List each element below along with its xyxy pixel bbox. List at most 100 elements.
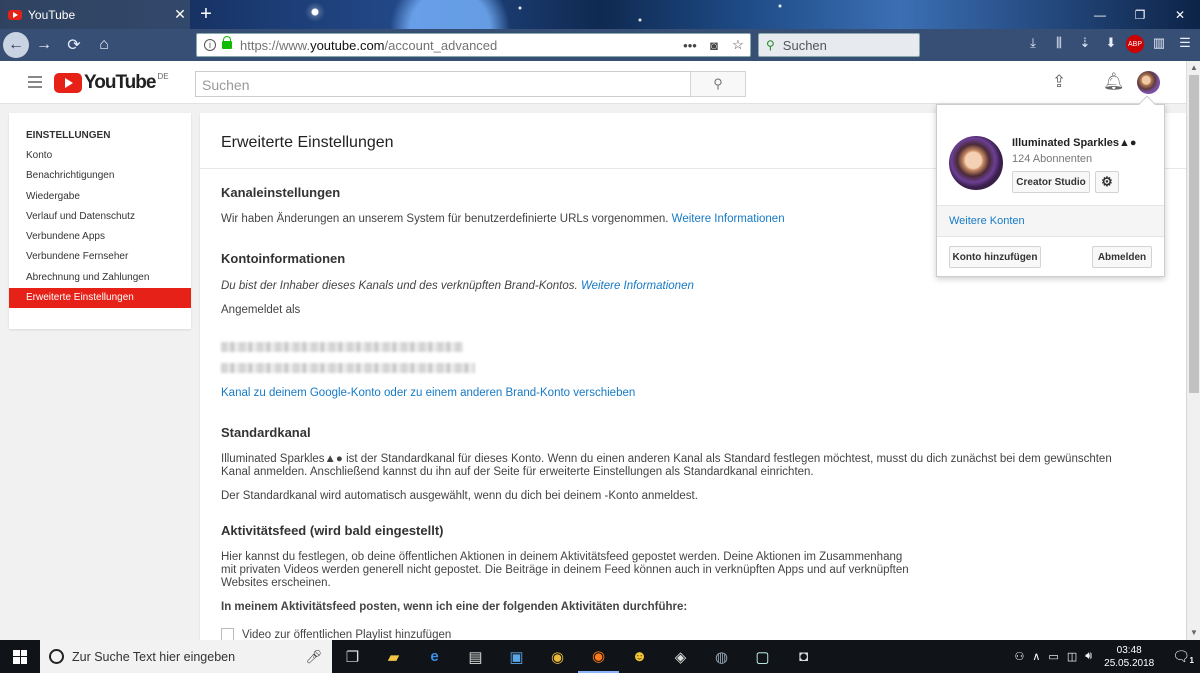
restore-button[interactable]: ❐ — [1120, 0, 1160, 29]
reload-button[interactable]: ⟳ — [59, 35, 89, 55]
menu-icon[interactable]: ☰ — [1174, 35, 1196, 55]
info-icon[interactable]: i — [204, 39, 216, 51]
task-view-icon[interactable]: ❐ — [332, 640, 373, 673]
paint-icon[interactable]: ☻ — [619, 640, 660, 673]
browser-tab-bar: YouTube ✕ + — ❐ ✕ — [0, 0, 1200, 29]
sidebar-item-history-privacy[interactable]: Verlauf und Datenschutz — [9, 207, 191, 227]
sidebar-item-advanced[interactable]: Erweiterte Einstellungen — [9, 288, 191, 309]
firefox-icon[interactable]: ◉ — [578, 640, 619, 673]
channel-name: Illuminated Sparkles▲● — [1012, 137, 1137, 149]
app-icon[interactable]: ▣ — [496, 640, 537, 673]
browser-tab[interactable]: YouTube ✕ — [0, 0, 190, 29]
volume-icon[interactable]: 🔊︎ — [1081, 650, 1096, 663]
activity-feed-heading: Aktivitätsfeed (wird bald eingestellt) — [221, 523, 444, 538]
people-icon[interactable]: ⚇ — [1010, 650, 1028, 663]
tab-close-icon[interactable]: ✕ — [170, 6, 190, 23]
url-text[interactable]: https://www.youtube.com/account_advanced — [240, 38, 678, 53]
download-icon[interactable]: ⤓ — [1022, 35, 1044, 55]
activity-feed-post-heading: In meinem Aktivitätsfeed posten, wenn ic… — [221, 601, 688, 613]
windows-taskbar: Zur Suche Text hier eingeben 🎤︎ ❐ ▰ e ▤ … — [0, 640, 1200, 673]
notifications-bell-icon[interactable]: 🔔︎ — [1103, 72, 1125, 92]
file-explorer-icon[interactable]: ▰ — [373, 640, 414, 673]
url-bar[interactable]: i https://www.youtube.com/account_advanc… — [196, 33, 751, 57]
window-controls: — ❐ ✕ — [1080, 0, 1200, 29]
default-channel-text: Illuminated Sparkles▲● ist der Standardk… — [221, 453, 1112, 478]
new-tab-button[interactable]: + — [196, 3, 216, 26]
start-button[interactable] — [0, 640, 40, 673]
library-icon[interactable]: ⫼ — [1048, 35, 1070, 55]
page-scrollbar[interactable]: ▲ ▼ — [1186, 61, 1200, 640]
settings-sidebar: EINSTELLUNGEN Konto Benachrichtigungen W… — [9, 113, 191, 329]
page-title: Erweiterte Einstellungen — [221, 134, 394, 151]
account-info-heading: Kontoinformationen — [221, 251, 346, 266]
account-avatar[interactable] — [1137, 71, 1160, 94]
app-icon[interactable]: ▢ — [742, 640, 783, 673]
back-button[interactable]: ← — [3, 32, 29, 58]
channel-settings-text: Wir haben Änderungen an unserem System f… — [221, 213, 785, 225]
settings-gear-icon[interactable]: ⚙ — [1095, 171, 1119, 193]
page-actions-icon[interactable]: ••• — [678, 38, 702, 53]
tab-title: YouTube — [28, 7, 76, 22]
clock[interactable]: 03:48 25.05.2018 — [1096, 644, 1162, 670]
youtube-masthead: YouTube DE Suchen ⚲ ⇪ 🔔︎ — [0, 61, 1186, 104]
add-account-button[interactable]: Konto hinzufügen — [949, 246, 1041, 268]
scroll-thumb[interactable] — [1189, 75, 1199, 393]
notifications-icon[interactable]: 🗨︎ 1 — [1162, 648, 1200, 665]
guide-menu-icon[interactable] — [28, 76, 42, 91]
forward-button[interactable]: → — [29, 36, 59, 54]
pocket-icon[interactable]: ◙ — [702, 38, 726, 53]
instagram-icon[interactable]: ◘ — [783, 640, 824, 673]
show-hidden-icons-icon[interactable]: ∧ — [1028, 650, 1044, 663]
microphone-icon[interactable]: 🎤︎ — [305, 649, 322, 665]
redacted-account-line — [221, 363, 475, 373]
sidebar-item-billing[interactable]: Abrechnung und Zahlungen — [9, 268, 191, 288]
minimize-button[interactable]: — — [1080, 0, 1120, 29]
move-channel-link[interactable]: Kanal zu deinem Google-Konto oder zu ein… — [221, 387, 635, 400]
maps-icon[interactable]: ◈ — [660, 640, 701, 673]
creator-studio-button[interactable]: Creator Studio — [1012, 171, 1090, 193]
youtube-search-input[interactable]: Suchen — [195, 71, 691, 97]
sidebar-item-konto[interactable]: Konto — [9, 146, 191, 166]
downloads-icon[interactable]: ⬇ — [1100, 35, 1122, 55]
browser-search-placeholder: Suchen — [782, 37, 827, 53]
network-icon[interactable]: ◫ — [1063, 650, 1081, 663]
close-window-button[interactable]: ✕ — [1160, 0, 1200, 29]
sidebar-icon[interactable]: ▥ — [1148, 35, 1170, 55]
account-menu: Illuminated Sparkles▲● 124 Abonnenten Cr… — [936, 95, 1165, 277]
home-button[interactable]: ⌂ — [89, 36, 119, 54]
app-icon[interactable]: ▤ — [455, 640, 496, 673]
browser-nav-bar: ← → ⟳ ⌂ i https://www.youtube.com/accoun… — [0, 29, 1200, 61]
channel-settings-more-link[interactable]: Weitere Informationen — [672, 213, 785, 225]
signed-in-as-label: Angemeldet als — [221, 304, 301, 316]
scroll-up-icon[interactable]: ▲ — [1187, 61, 1200, 75]
sync-icon[interactable]: ⇣ — [1074, 35, 1096, 55]
steam-icon[interactable]: ◍ — [701, 640, 742, 673]
taskbar-search[interactable]: Zur Suche Text hier eingeben 🎤︎ — [40, 640, 332, 673]
browser-search-bar[interactable]: ⚲ Suchen — [758, 33, 920, 57]
channel-avatar[interactable] — [949, 136, 1003, 190]
bookmark-star-icon[interactable]: ☆ — [726, 37, 750, 53]
scroll-down-icon[interactable]: ▼ — [1187, 626, 1200, 640]
taskbar-search-placeholder: Zur Suche Text hier eingeben — [72, 649, 236, 664]
chrome-icon[interactable]: ◉ — [537, 640, 578, 673]
sidebar-item-playback[interactable]: Wiedergabe — [9, 187, 191, 207]
activity-feed-text: Hier kannst du festlegen, ob deine öffen… — [221, 551, 909, 589]
sidebar-item-connected-apps[interactable]: Verbundene Apps — [9, 227, 191, 247]
power-icon[interactable]: ▭ — [1044, 650, 1062, 663]
sign-out-button[interactable]: Abmelden — [1092, 246, 1152, 268]
youtube-favicon-icon — [8, 9, 22, 20]
subscriber-count: 124 Abonnenten — [1012, 153, 1093, 165]
account-info-more-link[interactable]: Weitere Informationen — [581, 280, 694, 292]
search-icon: ⚲ — [713, 76, 723, 91]
sidebar-item-notifications[interactable]: Benachrichtigungen — [9, 166, 191, 186]
default-channel-auto-text: Der Standardkanal wird automatisch ausge… — [221, 490, 698, 502]
adblock-icon[interactable]: ABP — [1126, 35, 1144, 53]
more-accounts-link[interactable]: Weitere Konten — [937, 206, 1164, 236]
upload-icon[interactable]: ⇪ — [1052, 72, 1066, 92]
sidebar-heading: EINSTELLUNGEN — [26, 130, 111, 141]
edge-icon[interactable]: e — [414, 640, 455, 673]
account-info-text: Du bist der Inhaber dieses Kanals und de… — [221, 280, 694, 292]
sidebar-item-connected-tvs[interactable]: Verbundene Fernseher — [9, 247, 191, 267]
youtube-logo[interactable]: YouTube DE — [54, 72, 169, 94]
search-button[interactable]: ⚲ — [690, 71, 746, 97]
